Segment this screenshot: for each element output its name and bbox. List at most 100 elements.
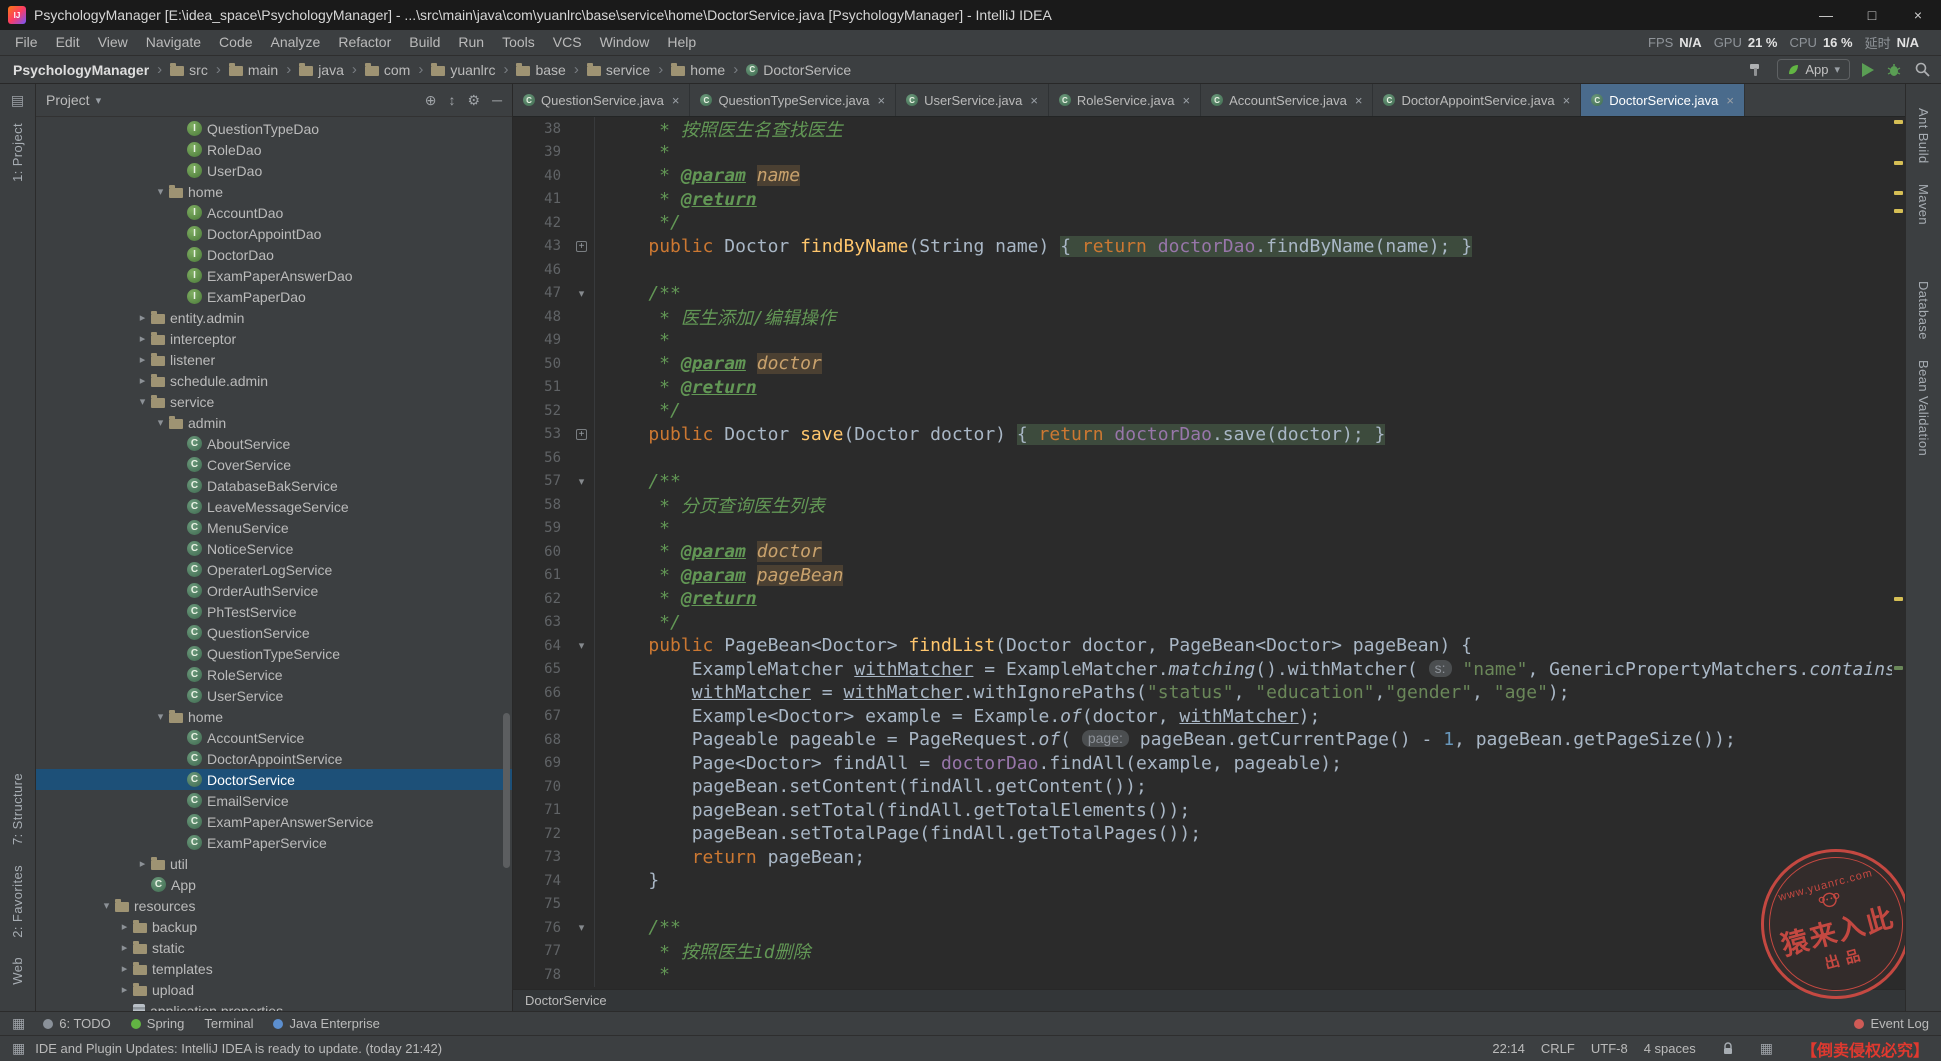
code-text[interactable]: * @return bbox=[595, 377, 757, 398]
tree-expand-icon[interactable]: ▸ bbox=[134, 332, 151, 345]
tree-item-noticeservice[interactable]: C NoticeService bbox=[36, 538, 512, 559]
fold-closed-icon[interactable]: + bbox=[576, 240, 587, 252]
inspection-mark[interactable] bbox=[1894, 596, 1903, 601]
code-text[interactable]: /** bbox=[595, 471, 681, 492]
tree-item-exampaperanswerservice[interactable]: C ExamPaperAnswerService bbox=[36, 811, 512, 832]
run-configuration-select[interactable]: App ▾ bbox=[1777, 59, 1850, 80]
status-message[interactable]: IDE and Plugin Updates: IntelliJ IDEA is… bbox=[35, 1041, 442, 1056]
tree-item-service[interactable]: ▾ service bbox=[36, 391, 512, 412]
hide-panel-icon[interactable]: ─ bbox=[492, 92, 502, 109]
breadcrumb-service[interactable]: service bbox=[584, 61, 653, 79]
menu-item-file[interactable]: File bbox=[6, 30, 47, 55]
breadcrumb-yuanlrc[interactable]: yuanlrc bbox=[428, 61, 498, 79]
tab-doctorservice-java[interactable]: C DoctorService.java × bbox=[1581, 84, 1745, 116]
code-text[interactable]: * 分页查询医生列表 bbox=[595, 492, 825, 518]
tool-window-button-java-enterprise[interactable]: Java Enterprise bbox=[273, 1016, 380, 1031]
code-text[interactable]: withMatcher = withMatcher.withIgnorePath… bbox=[595, 682, 1570, 703]
tool-button-7-structure[interactable]: 7: Structure bbox=[10, 773, 25, 845]
tree-item-userdao[interactable]: I UserDao bbox=[36, 160, 512, 181]
close-icon[interactable]: × bbox=[1355, 93, 1363, 108]
tree-collapse-icon[interactable]: ▾ bbox=[134, 395, 151, 408]
tree-item-doctordao[interactable]: I DoctorDao bbox=[36, 244, 512, 265]
breadcrumb-java[interactable]: java bbox=[296, 61, 347, 79]
status-widget-utf-8[interactable]: UTF-8 bbox=[1591, 1041, 1628, 1056]
code-text[interactable]: return pageBean; bbox=[595, 847, 865, 868]
tree-item-userservice[interactable]: C UserService bbox=[36, 685, 512, 706]
code-text[interactable]: pageBean.setTotalPage(findAll.getTotalPa… bbox=[595, 823, 1201, 844]
tool-window-button-terminal[interactable]: Terminal bbox=[204, 1016, 253, 1031]
project-scrollbar[interactable] bbox=[503, 713, 510, 868]
code-text[interactable]: public PageBean<Doctor> findList(Doctor … bbox=[595, 635, 1472, 656]
fold-marker[interactable]: ▾ bbox=[569, 281, 595, 305]
tab-userservice-java[interactable]: C UserService.java × bbox=[896, 84, 1049, 116]
tree-collapse-icon[interactable]: ▾ bbox=[98, 899, 115, 912]
menu-item-refactor[interactable]: Refactor bbox=[329, 30, 400, 55]
tree-item-aboutservice[interactable]: C AboutService bbox=[36, 433, 512, 454]
tree-item-doctorservice[interactable]: C DoctorService bbox=[36, 769, 512, 790]
code-text[interactable]: * bbox=[595, 330, 670, 351]
inspection-mark[interactable] bbox=[1894, 160, 1903, 165]
tree-item-orderauthservice[interactable]: C OrderAuthService bbox=[36, 580, 512, 601]
code-text[interactable]: public Doctor save(Doctor doctor) { retu… bbox=[595, 423, 1386, 445]
fold-marker[interactable]: ▾ bbox=[569, 634, 595, 658]
maximize-button[interactable]: □ bbox=[1849, 0, 1895, 30]
tree-item-operaterlogservice[interactable]: C OperaterLogService bbox=[36, 559, 512, 580]
breadcrumb-home[interactable]: home bbox=[668, 61, 728, 79]
tree-item-home[interactable]: ▾ home bbox=[36, 181, 512, 202]
tree-item-backup[interactable]: ▸ backup bbox=[36, 916, 512, 937]
tab-questiontypeservice-java[interactable]: C QuestionTypeService.java × bbox=[690, 84, 897, 116]
code-text[interactable]: } bbox=[595, 870, 659, 891]
tree-item-exampaperanswerdao[interactable]: I ExamPaperAnswerDao bbox=[36, 265, 512, 286]
code-text[interactable]: pageBean.setTotal(findAll.getTotalElemen… bbox=[595, 800, 1191, 821]
tab-questionservice-java[interactable]: C QuestionService.java × bbox=[513, 84, 691, 116]
breadcrumb-base[interactable]: base bbox=[513, 61, 568, 79]
code-text[interactable]: * bbox=[595, 142, 670, 163]
fold-closed-icon[interactable]: + bbox=[576, 428, 587, 440]
menu-item-tools[interactable]: Tools bbox=[493, 30, 544, 55]
tree-item-upload[interactable]: ▸ upload bbox=[36, 979, 512, 1000]
collapse-all-icon[interactable]: ↕ bbox=[449, 92, 456, 109]
status-widget-crlf[interactable]: CRLF bbox=[1541, 1041, 1575, 1056]
tree-item-coverservice[interactable]: C CoverService bbox=[36, 454, 512, 475]
tree-item-questionservice[interactable]: C QuestionService bbox=[36, 622, 512, 643]
tool-window-button-event-log[interactable]: Event Log bbox=[1854, 1016, 1929, 1031]
code-text[interactable]: */ bbox=[595, 400, 681, 421]
tree-expand-icon[interactable]: ▸ bbox=[134, 353, 151, 366]
tree-expand-icon[interactable]: ▸ bbox=[134, 857, 151, 870]
search-icon[interactable] bbox=[1914, 61, 1931, 78]
project-panel-title[interactable]: Project bbox=[46, 92, 90, 108]
tree-item-phtestservice[interactable]: C PhTestService bbox=[36, 601, 512, 622]
tree-item-exampaperdao[interactable]: I ExamPaperDao bbox=[36, 286, 512, 307]
breadcrumb-doctorservice[interactable]: C DoctorService bbox=[743, 61, 854, 79]
tool-window-button-spring[interactable]: Spring bbox=[130, 1016, 184, 1031]
build-hammer-icon[interactable] bbox=[1747, 61, 1765, 79]
tree-collapse-icon[interactable]: ▾ bbox=[152, 710, 169, 723]
menu-item-view[interactable]: View bbox=[89, 30, 137, 55]
close-icon[interactable]: × bbox=[1182, 93, 1190, 108]
inspection-stripe[interactable] bbox=[1892, 117, 1905, 989]
tree-item-databasebakservice[interactable]: C DatabaseBakService bbox=[36, 475, 512, 496]
fold-marker[interactable]: + bbox=[569, 422, 595, 446]
code-text[interactable]: /** bbox=[595, 917, 681, 938]
tree-item-listener[interactable]: ▸ listener bbox=[36, 349, 512, 370]
locate-file-icon[interactable]: ⊕ bbox=[425, 92, 437, 109]
code-text[interactable]: Page<Doctor> findAll = doctorDao.findAll… bbox=[595, 753, 1342, 774]
tree-item-application-properties[interactable]: application.properties bbox=[36, 1000, 512, 1011]
tree-item-doctorappointdao[interactable]: I DoctorAppointDao bbox=[36, 223, 512, 244]
tab-roleservice-java[interactable]: C RoleService.java × bbox=[1049, 84, 1202, 116]
tree-item-resources[interactable]: ▾ resources bbox=[36, 895, 512, 916]
menu-item-vcs[interactable]: VCS bbox=[544, 30, 591, 55]
status-widget-22-14[interactable]: 22:14 bbox=[1492, 1041, 1525, 1056]
menu-item-edit[interactable]: Edit bbox=[47, 30, 89, 55]
lock-icon[interactable] bbox=[1722, 1041, 1734, 1056]
tree-item-exampaperservice[interactable]: C ExamPaperService bbox=[36, 832, 512, 853]
close-icon[interactable]: × bbox=[1563, 93, 1571, 108]
editor-breadcrumb-item[interactable]: DoctorService bbox=[525, 993, 607, 1008]
tool-button-web[interactable]: Web bbox=[10, 957, 25, 985]
breadcrumb-com[interactable]: com bbox=[362, 61, 413, 79]
tree-collapse-icon[interactable]: ▾ bbox=[152, 185, 169, 198]
tree-item-app[interactable]: C App bbox=[36, 874, 512, 895]
debug-bug-icon[interactable] bbox=[1886, 62, 1902, 78]
code-text[interactable]: ExampleMatcher withMatcher = ExampleMatc… bbox=[595, 659, 1905, 680]
memory-indicator-icon[interactable]: ▦ bbox=[1760, 1040, 1773, 1057]
